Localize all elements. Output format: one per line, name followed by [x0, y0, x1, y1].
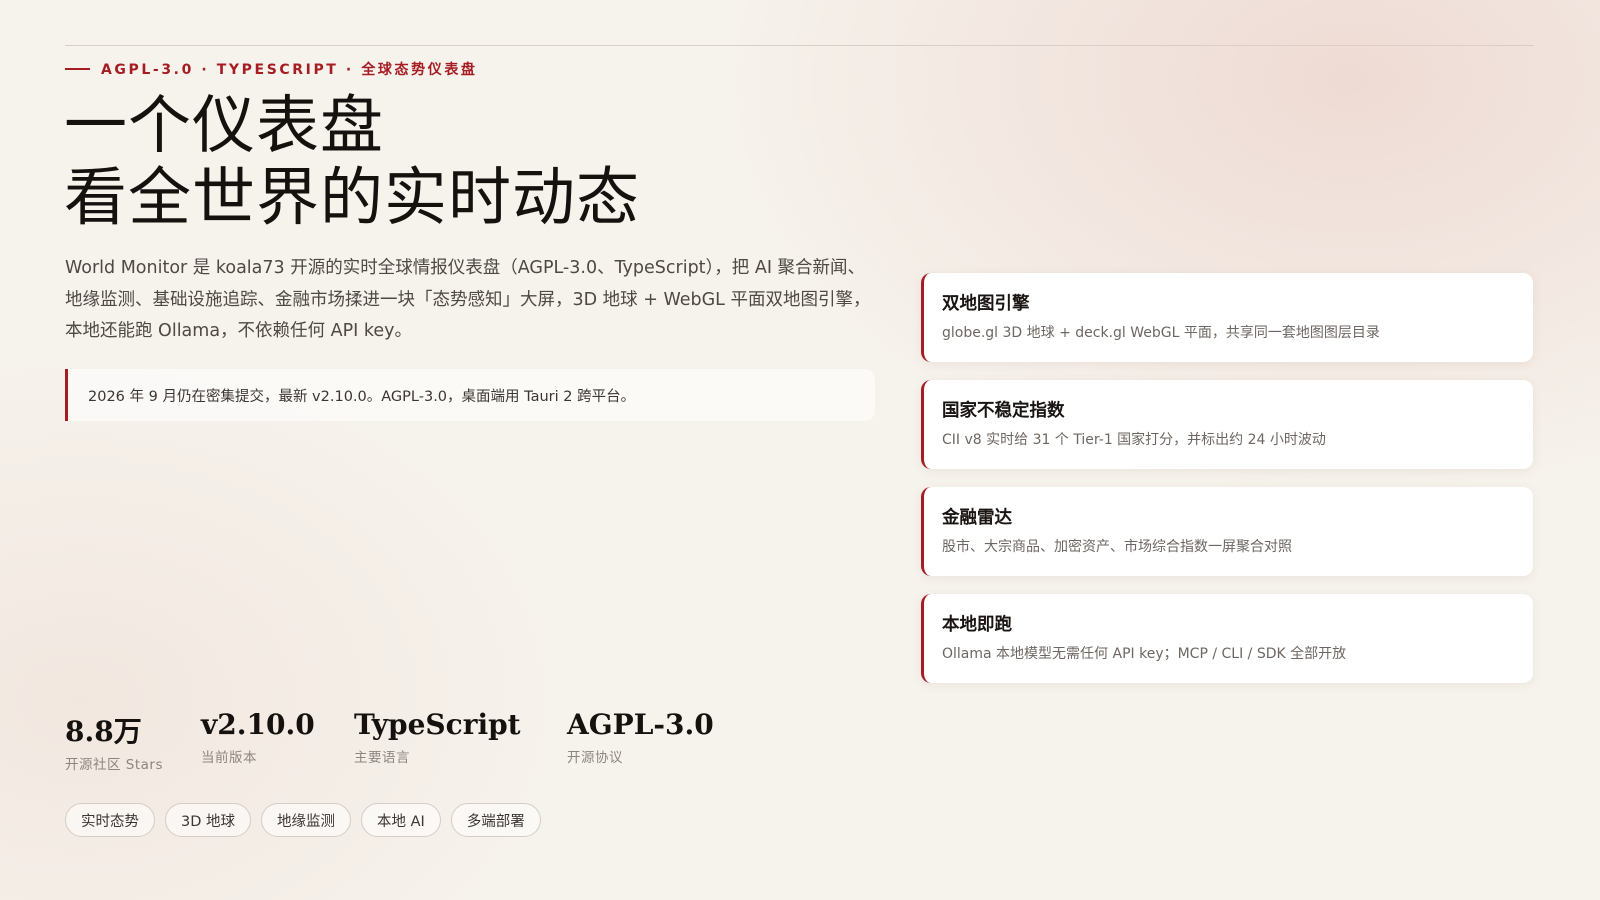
- update-callout: 2026 年 9 月仍在密集提交，最新 v2.10.0。AGPL-3.0，桌面端…: [65, 369, 875, 421]
- feature-description: globe.gl 3D 地球 + deck.gl WebGL 平面，共享同一套地…: [942, 325, 1380, 341]
- stat-value: TypeScript: [354, 708, 521, 741]
- tag-geopolitics: 地缘监测: [261, 803, 351, 837]
- top-divider: [65, 45, 1534, 46]
- stat-label: 当前版本: [201, 750, 257, 766]
- tag-multi-platform: 多端部署: [450, 803, 541, 837]
- feature-title: 双地图引擎: [942, 294, 1030, 314]
- tag-3d-globe: 3D 地球: [165, 803, 251, 837]
- hero-title-line-1: 一个仪表盘: [64, 89, 384, 162]
- feature-card-local-run: 本地即跑 Ollama 本地模型无需任何 API key；MCP / CLI /…: [921, 594, 1533, 683]
- slide: { "eyebrow": "AGPL-3.0 · TYPESCRIPT · 全球…: [0, 0, 1600, 900]
- feature-title: 本地即跑: [942, 615, 1012, 635]
- hero-title: 一个仪表盘 看全世界的实时动态: [64, 90, 640, 234]
- hero-title-line-2: 看全世界的实时动态: [64, 161, 640, 234]
- tag-local-ai: 本地 AI: [361, 803, 441, 837]
- stat-license: AGPL-3.0 开源协议: [567, 708, 714, 766]
- stat-label: 主要语言: [354, 750, 410, 766]
- stat-label: 开源协议: [567, 750, 623, 766]
- intro-paragraph: World Monitor 是 koala73 开源的实时全球情报仪表盘（AGP…: [65, 258, 871, 341]
- tag-realtime: 实时态势: [65, 803, 155, 837]
- feature-description: CII v8 实时给 31 个 Tier-1 国家打分，并标出约 24 小时波动: [942, 432, 1326, 448]
- stat-value: v2.10.0: [201, 708, 315, 741]
- feature-title: 金融雷达: [942, 508, 1012, 528]
- eyebrow: AGPL-3.0 · TYPESCRIPT · 全球态势仪表盘: [65, 59, 478, 79]
- feature-title: 国家不稳定指数: [942, 401, 1065, 421]
- feature-card-finance-radar: 金融雷达 股市、大宗商品、加密资产、市场综合指数一屏聚合对照: [921, 487, 1533, 576]
- feature-card-dual-map-engine: 双地图引擎 globe.gl 3D 地球 + deck.gl WebGL 平面，…: [921, 273, 1533, 362]
- update-callout-text: 2026 年 9 月仍在密集提交，最新 v2.10.0。AGPL-3.0，桌面端…: [88, 388, 636, 405]
- feature-list: 双地图引擎 globe.gl 3D 地球 + deck.gl WebGL 平面，…: [921, 273, 1533, 701]
- feature-card-instability-index: 国家不稳定指数 CII v8 实时给 31 个 Tier-1 国家打分，并标出约…: [921, 380, 1533, 469]
- stat-value: 8.8万: [65, 715, 142, 748]
- stat-language: TypeScript 主要语言: [354, 708, 521, 766]
- eyebrow-dash: [65, 68, 90, 70]
- tag-list: 实时态势 3D 地球 地缘监测 本地 AI 多端部署: [65, 803, 541, 837]
- eyebrow-text: AGPL-3.0 · TYPESCRIPT · 全球态势仪表盘: [101, 62, 478, 78]
- feature-description: Ollama 本地模型无需任何 API key；MCP / CLI / SDK …: [942, 646, 1347, 662]
- stat-stars: 8.8万 开源社区 Stars: [65, 715, 163, 773]
- stat-version: v2.10.0 当前版本: [201, 708, 315, 766]
- feature-description: 股市、大宗商品、加密资产、市场综合指数一屏聚合对照: [942, 539, 1292, 555]
- stat-value: AGPL-3.0: [567, 708, 714, 741]
- stat-label: 开源社区 Stars: [65, 757, 164, 773]
